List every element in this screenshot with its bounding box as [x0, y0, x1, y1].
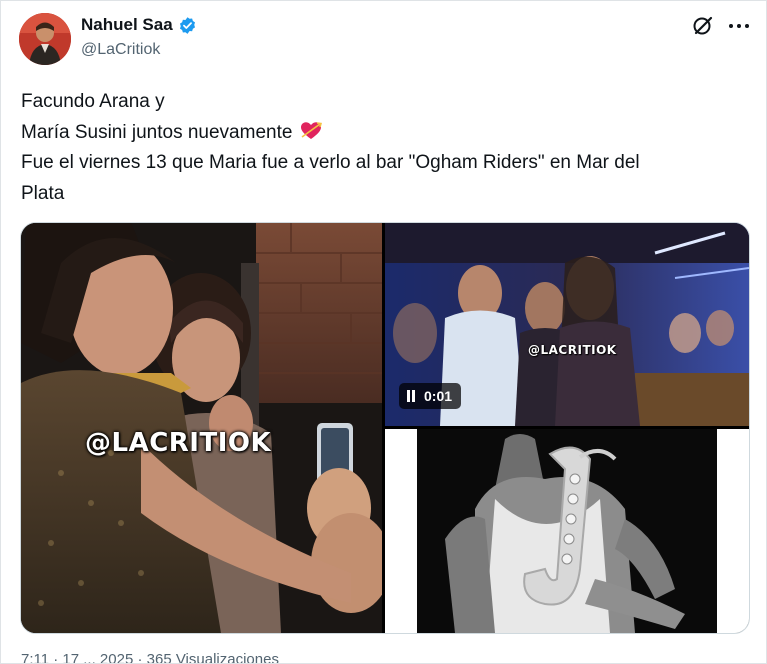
tweet-text-line: Facundo Arana y — [21, 91, 165, 112]
video-thumbnail[interactable]: @LACRITIOK 0:01 — [385, 223, 749, 426]
photo-bottom-right[interactable] — [385, 429, 749, 633]
heart-with-arrow-icon — [300, 121, 322, 141]
media-grid: @LACRITIOK @LACRITIOK 0:01 — [20, 222, 750, 634]
tweet-card: Nahuel Saa @LaCritiok Facundo Arana y Ma… — [0, 0, 767, 664]
author-name[interactable]: Nahuel Saa — [81, 15, 173, 35]
video-time: 0:01 — [424, 388, 453, 404]
tweet-text-line: Fue el viernes 13 que Maria fue a verlo … — [21, 152, 640, 173]
tweet-text: Facundo Arana y María Susini juntos nuev… — [21, 87, 741, 209]
photo-left[interactable]: @LACRITIOK — [21, 223, 382, 633]
grok-icon[interactable] — [691, 14, 715, 38]
author-handle[interactable]: @LaCritiok — [81, 41, 160, 59]
video-timestamp-badge[interactable]: 0:01 — [399, 383, 462, 409]
watermark: @LACRITIOK — [85, 428, 272, 458]
tweet-footer-partial: 7:11 · 17 ... 2025 · 365 Visualizaciones — [21, 651, 279, 664]
avatar[interactable] — [19, 13, 71, 65]
watermark: @LACRITIOK — [528, 343, 617, 357]
author-row: Nahuel Saa — [81, 15, 197, 35]
tweet-text-line: Plata — [21, 182, 65, 204]
pause-icon[interactable] — [406, 390, 416, 402]
tweet-text-line: María Susini juntos nuevamente — [21, 118, 741, 149]
verified-badge-icon — [178, 16, 197, 35]
more-icon[interactable] — [727, 15, 751, 37]
tweet-text-segment: María Susini juntos nuevamente — [21, 121, 293, 143]
